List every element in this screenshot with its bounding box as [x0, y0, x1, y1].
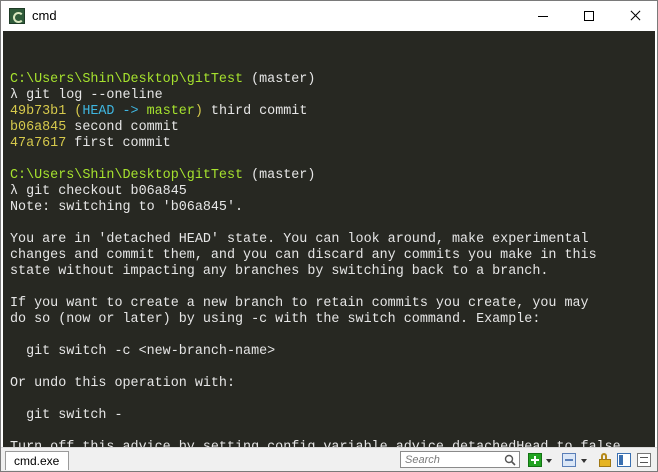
terminal-text: (master) — [243, 72, 316, 87]
chevron-down-icon[interactable] — [581, 459, 587, 463]
terminal-text: do so (now or later) by using -c with th… — [10, 312, 541, 327]
terminal-line: 47a7617 first commit — [10, 136, 621, 152]
terminal-text: git switch - — [10, 408, 123, 423]
console-tab[interactable]: cmd.exe — [5, 451, 69, 470]
terminal-line: You are in 'detached HEAD' state. You ca… — [10, 232, 621, 248]
title-bar[interactable]: cmd — [1, 1, 657, 31]
terminal-text: If you want to create a new branch to re… — [10, 296, 589, 311]
search-box[interactable] — [400, 451, 520, 468]
terminal-text: state without impacting any branches by … — [10, 264, 549, 279]
terminal-text: Note: switching to 'b06a845'. — [10, 200, 244, 215]
terminal-line: Or undo this operation with: — [10, 376, 621, 392]
terminal-text: ( — [66, 104, 83, 119]
layout-icon[interactable] — [617, 453, 631, 467]
terminal-line: Note: switching to 'b06a845'. — [10, 200, 621, 216]
terminal-line: 49b73b1 (HEAD -> master) third commit — [10, 104, 621, 120]
terminal-text: C:\Users\Shin\Desktop\gitTest — [10, 168, 244, 183]
status-bar: cmd.exe — [1, 447, 657, 471]
maximize-button[interactable] — [566, 1, 612, 31]
terminal-line: C:\Users\Shin\Desktop\gitTest (master) — [10, 168, 621, 184]
app-window: cmd C:\Users\Shin\Desktop\gitTest (maste… — [0, 0, 658, 472]
terminal-output: C:\Users\Shin\Desktop\gitTest (master) λ … — [10, 56, 621, 447]
terminal-text: b06a845 — [10, 120, 67, 135]
terminal-text: You are in 'detached HEAD' state. You ca… — [10, 232, 589, 247]
terminal-line: λ git log --oneline — [10, 88, 621, 104]
split-view-icon[interactable] — [562, 453, 576, 467]
terminal-text: λ git log --oneline — [10, 88, 163, 103]
search-input[interactable] — [402, 452, 508, 467]
window-title: cmd — [32, 8, 57, 23]
terminal-line: λ git checkout b06a845 — [10, 184, 621, 200]
terminal-text: third commit — [202, 104, 308, 119]
menu-icon[interactable] — [637, 453, 651, 467]
terminal-text: 47a7617 — [10, 136, 67, 151]
terminal-line: If you want to create a new branch to re… — [10, 296, 621, 312]
terminal-line: state without impacting any branches by … — [10, 264, 621, 280]
terminal-text: git switch -c <new-branch-name> — [10, 344, 276, 359]
terminal-text: 49b73b1 — [10, 104, 67, 119]
terminal-text: changes and commit them, and you can dis… — [10, 248, 597, 263]
terminal-line: do so (now or later) by using -c with th… — [10, 312, 621, 328]
terminal-line: changes and commit them, and you can dis… — [10, 248, 621, 264]
terminal-text: HEAD -> — [82, 104, 147, 119]
terminal-line: C:\Users\Shin\Desktop\gitTest (master) — [10, 72, 621, 88]
search-icon[interactable] — [504, 454, 516, 466]
terminal-text: master — [146, 104, 195, 119]
terminal-text: second commit — [66, 120, 179, 135]
close-button[interactable] — [612, 1, 657, 31]
terminal-text: first commit — [66, 136, 171, 151]
terminal-line: git switch - — [10, 408, 621, 424]
terminal-text: (master) — [243, 168, 316, 183]
terminal-text: C:\Users\Shin\Desktop\gitTest — [10, 72, 244, 87]
terminal-text: λ git checkout b06a845 — [10, 184, 187, 199]
terminal-area[interactable]: C:\Users\Shin\Desktop\gitTest (master) λ … — [3, 31, 655, 447]
terminal-line: git switch -c <new-branch-name> — [10, 344, 621, 360]
terminal-text: ) — [194, 104, 203, 119]
console-tab-label: cmd.exe — [14, 454, 60, 468]
terminal-line: Turn off this advice by setting config v… — [10, 440, 621, 447]
new-console-icon[interactable] — [528, 453, 542, 467]
terminal-text: Turn off this advice by setting config v… — [10, 440, 621, 447]
terminal-text: Or undo this operation with: — [10, 376, 235, 391]
terminal-line: b06a845 second commit — [10, 120, 621, 136]
chevron-down-icon[interactable] — [546, 459, 552, 463]
lock-icon[interactable] — [598, 453, 612, 467]
cmder-icon[interactable] — [9, 8, 25, 24]
minimize-button[interactable] — [520, 1, 566, 31]
